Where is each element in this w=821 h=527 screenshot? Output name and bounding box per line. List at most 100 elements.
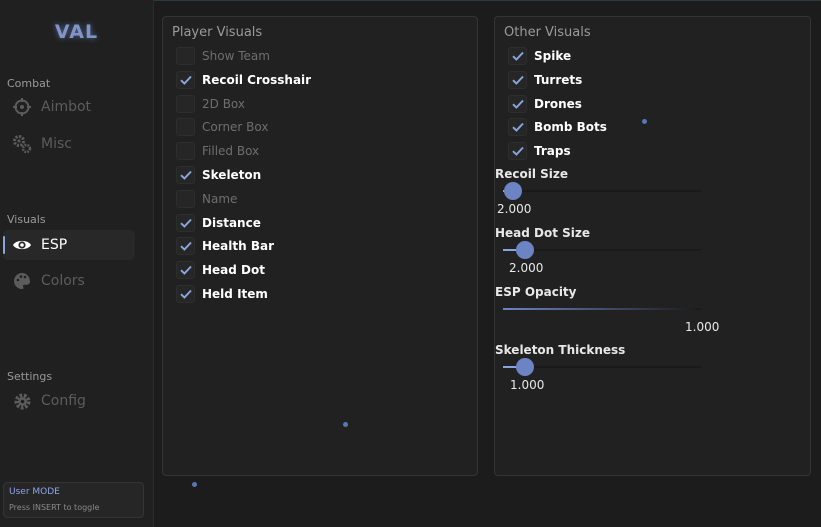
slider[interactable]: Recoil Size 2.000 (495, 167, 795, 223)
check-icon (179, 242, 192, 252)
checkbox-label: Head Dot (202, 263, 265, 278)
slider-label: ESP Opacity (495, 285, 577, 299)
top-border (153, 0, 821, 1)
checkbox[interactable] (176, 166, 195, 184)
checkbox-label: Spike (534, 49, 572, 63)
check-icon (179, 266, 192, 276)
sidebar-item-colors[interactable]: Colors (3, 266, 135, 296)
check-icon (179, 289, 192, 299)
check-icon (511, 51, 524, 61)
checkbox[interactable] (508, 118, 527, 137)
sidebar-item-label: ESP (41, 237, 68, 253)
check-icon (511, 75, 524, 85)
sidebar-item-aimbot[interactable]: Aimbot (3, 92, 135, 122)
checkbox-row[interactable]: Head Dot (176, 260, 265, 280)
checkbox[interactable] (176, 261, 195, 280)
sidebar-item-label: Colors (41, 273, 85, 289)
gear-icon (12, 391, 32, 411)
checkbox-label: Traps (534, 144, 571, 159)
checkbox-label: Show Team (202, 49, 270, 63)
checkbox-label: Health Bar (202, 239, 275, 254)
checkbox[interactable] (176, 189, 195, 208)
checkbox[interactable] (176, 213, 195, 232)
checkbox-label: Name (202, 191, 238, 206)
check-icon (511, 99, 524, 109)
checkbox-label: Bomb Bots (534, 120, 607, 135)
checkbox[interactable] (176, 237, 195, 256)
checkbox-row[interactable]: Held Item (176, 284, 268, 304)
slider-fill (503, 308, 701, 310)
checkbox[interactable] (176, 94, 195, 113)
sidebar: VAL Combat Aimbot Misc Visuals ESP Color… (0, 0, 154, 527)
slider-track[interactable] (503, 358, 701, 376)
checkbox-row[interactable]: Corner Box (176, 117, 269, 137)
slider-track[interactable] (503, 308, 701, 310)
checkbox-row[interactable]: Show Team (176, 46, 270, 66)
checkbox-row[interactable]: Skeleton (176, 165, 261, 185)
sidebar-item-config[interactable]: Config (3, 386, 135, 416)
checkbox-label: Filled Box (202, 144, 260, 159)
app-logo: VAL (54, 21, 99, 43)
sidebar-item-esp[interactable]: ESP (3, 230, 135, 260)
checkbox-row[interactable]: Drones (508, 94, 582, 114)
section-label-settings: Settings (7, 370, 53, 383)
slider-value: 2.000 (497, 202, 532, 216)
sidebar-item-misc[interactable]: Misc (3, 129, 135, 159)
checkbox-row[interactable]: Traps (508, 141, 571, 161)
slider-knob[interactable] (503, 182, 522, 200)
slider-knob[interactable] (515, 358, 534, 376)
panel-title: Other Visuals (504, 25, 591, 40)
checkbox-row[interactable]: Bomb Bots (508, 117, 607, 137)
checkbox[interactable] (508, 94, 527, 113)
checkbox-label: Distance (202, 215, 261, 230)
checkbox[interactable] (508, 70, 527, 89)
gears-icon (12, 134, 32, 154)
checkbox-row[interactable]: Distance (176, 213, 261, 233)
slider[interactable]: Head Dot Size 2.000 (495, 226, 795, 282)
check-icon (179, 218, 192, 228)
slider-track[interactable] (503, 182, 701, 200)
slider-label: Head Dot Size (495, 226, 591, 240)
slider[interactable]: Skeleton Thickness 1.000 (495, 343, 795, 399)
checkbox-row[interactable]: Spike (508, 46, 571, 66)
slider-value: 1.000 (685, 320, 720, 334)
crosshair-icon (12, 97, 32, 117)
checkbox-label: Recoil Crosshair (202, 72, 312, 87)
checkbox-label: Turrets (534, 72, 583, 87)
checkbox[interactable] (176, 70, 195, 89)
slider-track[interactable] (503, 241, 701, 259)
checkbox[interactable] (176, 118, 195, 137)
slider[interactable]: ESP Opacity 1.000 (495, 285, 795, 341)
check-icon (511, 123, 524, 133)
checkbox-row[interactable]: Turrets (508, 70, 582, 90)
decor-dot (192, 482, 197, 487)
slider-knob[interactable] (515, 241, 534, 259)
checkbox[interactable] (508, 47, 527, 65)
checkbox[interactable] (176, 47, 195, 65)
section-label-visuals: Visuals (7, 213, 46, 226)
checkbox[interactable] (176, 285, 195, 303)
checkbox-row[interactable]: Health Bar (176, 236, 274, 256)
checkbox-label: Drones (534, 96, 582, 111)
sidebar-item-label: Misc (41, 136, 72, 152)
check-icon (179, 75, 192, 85)
checkbox-label: Held Item (202, 287, 268, 301)
sidebar-item-label: Config (41, 393, 86, 409)
user-mode-hint: Press INSERT to toggle (9, 503, 100, 512)
slider-value: 1.000 (510, 378, 545, 392)
check-icon (511, 147, 524, 157)
checkbox-row[interactable]: Filled Box (176, 141, 259, 161)
checkbox-row[interactable]: Recoil Crosshair (176, 70, 311, 90)
check-icon (179, 170, 192, 180)
palette-icon (12, 271, 32, 291)
checkbox-row[interactable]: Name (176, 189, 237, 209)
checkbox-row[interactable]: 2D Box (176, 94, 245, 114)
decor-dot (343, 422, 348, 427)
slider-value: 2.000 (509, 261, 544, 275)
checkbox-label: Corner Box (202, 120, 269, 135)
slider-label: Skeleton Thickness (495, 343, 626, 357)
checkbox[interactable] (508, 142, 527, 161)
checkbox[interactable] (176, 142, 195, 161)
section-label-combat: Combat (7, 77, 51, 90)
user-mode-box: User MODE Press INSERT to toggle (3, 482, 144, 518)
